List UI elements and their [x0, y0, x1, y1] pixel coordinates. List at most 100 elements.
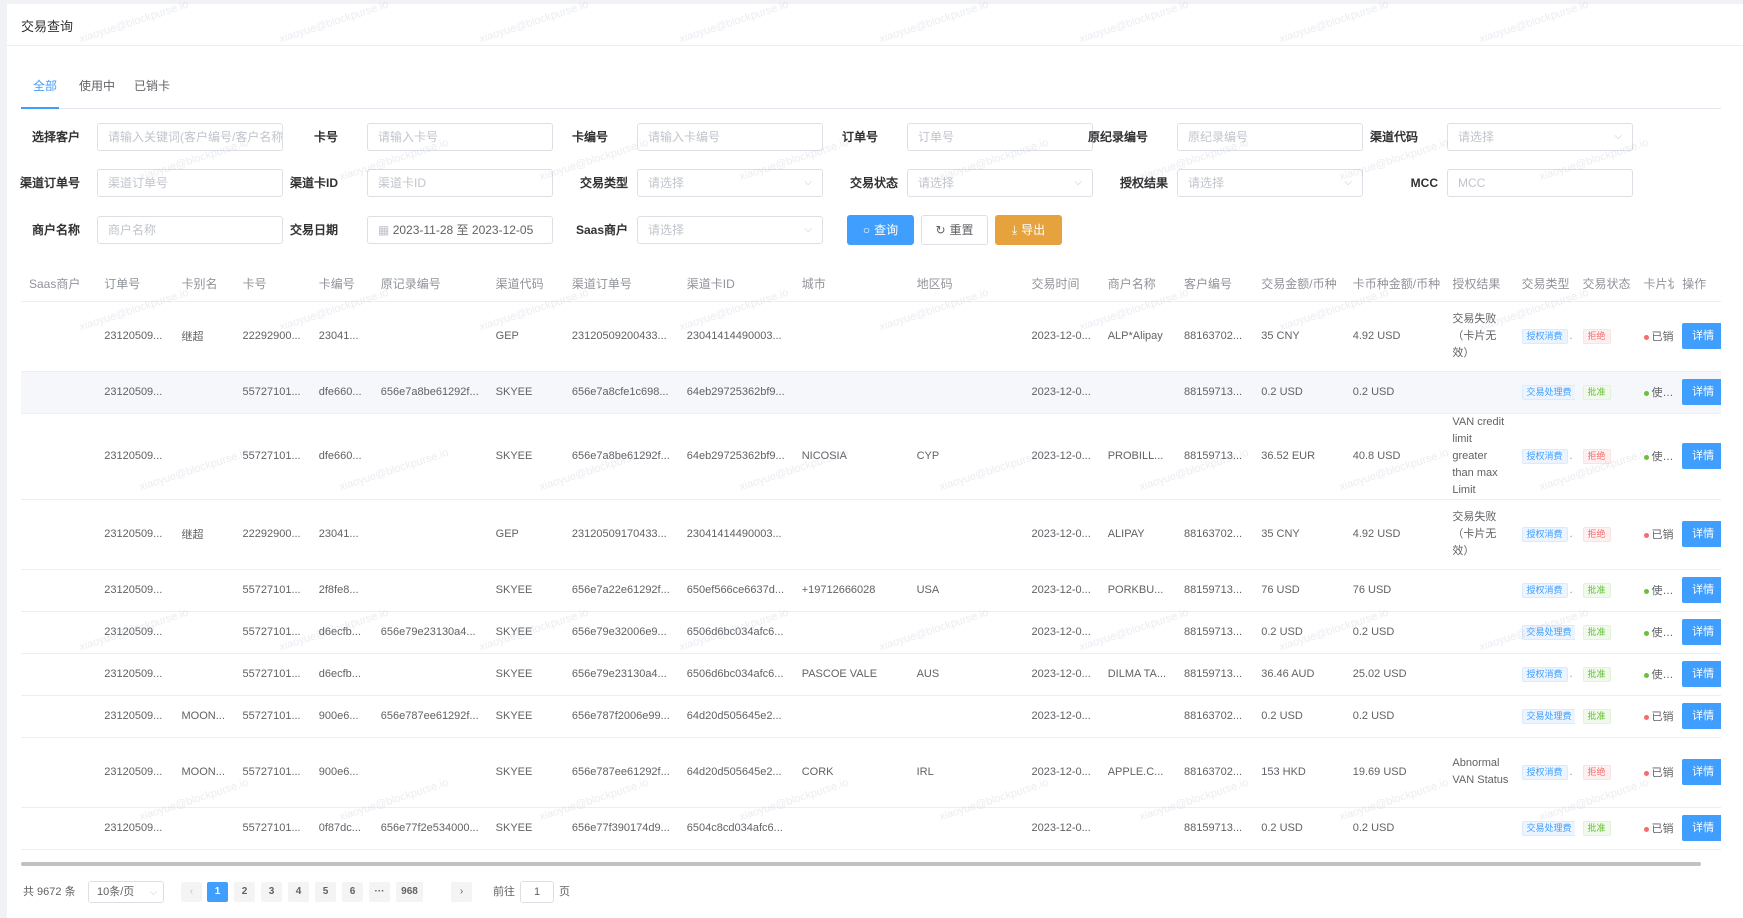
page-button[interactable]: 2	[234, 882, 255, 902]
trade-status-select[interactable]: 请选择 ⌵	[907, 169, 1093, 197]
state-dot-icon	[1643, 672, 1649, 678]
cell-code: d6ecfb...	[310, 611, 373, 654]
calendar-icon: ▦	[378, 223, 390, 237]
type-tag: 交易处理费	[1521, 708, 1575, 724]
cell-saas	[21, 737, 97, 808]
query-button[interactable]: ○ 查询	[847, 215, 914, 245]
detail-button[interactable]: 详情	[1682, 379, 1721, 405]
cell-card: 55727101...	[234, 413, 311, 500]
table-row: 23120509... 55727101... 0f87dc... 656e77f2e…	[21, 807, 1721, 850]
detail-button[interactable]: 详情	[1682, 443, 1721, 469]
status-badge: 批准	[1582, 708, 1611, 724]
trade-type-placeholder: 请选择	[648, 176, 685, 190]
page-button[interactable]: 968	[396, 882, 423, 902]
channel-card-input[interactable]: 渠道卡ID	[367, 169, 553, 197]
horizontal-scrollbar[interactable]	[21, 862, 1701, 866]
tab-all[interactable]: 全部	[33, 64, 57, 108]
merchant-input[interactable]: 商户名称	[97, 216, 283, 244]
cell-card-amount: 19.69 USD	[1344, 737, 1445, 808]
cell-action: 详情	[1674, 413, 1721, 500]
auth-result-select[interactable]: 请选择 ⌵	[1177, 169, 1363, 197]
cell-region	[908, 695, 1024, 738]
page-button[interactable]: 1	[207, 882, 228, 902]
cell-saas	[21, 499, 97, 570]
export-button[interactable]: ⤓ 导出	[995, 215, 1062, 245]
cell-card-amount: 25.02 USD	[1344, 653, 1445, 696]
cell-order: 23120509...	[96, 499, 174, 570]
goto-page-input[interactable]: 1	[520, 881, 554, 903]
card-no-input[interactable]: 请输入卡号	[367, 123, 553, 151]
status-badge: 拒绝	[1582, 764, 1611, 780]
page-button[interactable]: 5	[315, 882, 336, 902]
cell-orig	[372, 499, 488, 570]
page-button[interactable]: 4	[288, 882, 309, 902]
orig-record-input[interactable]: 原纪录编号	[1177, 123, 1363, 151]
main-panel: 交易查询 全部 使用中 已销卡 选择客户 请输入关键词(客户编号/客户名称 卡号…	[7, 0, 1743, 918]
cell-city: +19712666028	[793, 569, 909, 612]
channel-code-select[interactable]: 请选择 ⌵	[1447, 123, 1633, 151]
state-dot-icon	[1643, 454, 1649, 460]
cell-alias: MOON...	[173, 695, 235, 738]
page-size-select[interactable]: 10条/页 ⌵	[88, 881, 164, 903]
col-time: 交易时间	[1023, 267, 1100, 302]
mcc-input[interactable]: MCC	[1447, 169, 1633, 197]
card-code-input[interactable]: 请输入卡编号	[637, 123, 823, 151]
cell-card: 55727101...	[234, 695, 311, 738]
page-button[interactable]: 3	[261, 882, 282, 902]
detail-button[interactable]: 详情	[1682, 323, 1721, 349]
cell-card-state: 使用中	[1635, 653, 1675, 696]
watermark-text: xiaoyue@blockpurse.io	[277, 0, 390, 46]
cell-merchant: ALP*Alipay	[1099, 301, 1176, 372]
tag-separator: .	[1569, 329, 1573, 342]
cell-ch-order: 656e79e23130a4...	[563, 653, 679, 696]
cell-cust: 88163702...	[1175, 695, 1254, 738]
detail-button[interactable]: 详情	[1682, 703, 1721, 729]
mcc-label: MCC	[1410, 176, 1438, 190]
cell-cust: 88163702...	[1175, 499, 1254, 570]
cell-card-amount: 76 USD	[1344, 569, 1445, 612]
cell-card: 55727101...	[234, 569, 311, 612]
page-button[interactable]: ···	[369, 882, 390, 902]
status-badge: 批准	[1582, 624, 1611, 640]
cell-time: 2023-12-0...	[1023, 611, 1100, 654]
detail-button[interactable]: 详情	[1682, 521, 1721, 547]
customer-input[interactable]: 请输入关键词(客户编号/客户名称	[97, 123, 283, 151]
detail-button[interactable]: 详情	[1682, 577, 1721, 603]
cell-type: 交易处理费.	[1513, 611, 1575, 654]
trade-date-range[interactable]: ▦ 2023-11-28 至 2023-12-05	[367, 216, 553, 244]
cell-order: 23120509...	[96, 611, 174, 654]
chevron-down-icon: ⌵	[1344, 177, 1352, 188]
cell-type: 授权消费.	[1513, 301, 1575, 372]
detail-button[interactable]: 详情	[1682, 619, 1721, 645]
tab-in-use[interactable]: 使用中	[79, 64, 115, 108]
detail-button[interactable]: 详情	[1682, 661, 1721, 687]
cell-ch-card: 6506d6bc034afc6...	[678, 653, 794, 696]
cell-status: 批准	[1574, 807, 1636, 850]
cell-status: 批准	[1574, 371, 1636, 414]
status-badge: 拒绝	[1582, 448, 1611, 464]
cell-card: 55727101...	[234, 653, 311, 696]
cell-action: 详情	[1674, 653, 1721, 696]
cell-merchant	[1099, 611, 1176, 654]
channel-order-input[interactable]: 渠道订单号	[97, 169, 283, 197]
prev-page-button[interactable]: ‹	[181, 882, 202, 902]
page-button[interactable]: 6	[342, 882, 363, 902]
detail-button[interactable]: 详情	[1682, 815, 1721, 841]
cell-card: 55727101...	[234, 611, 311, 654]
cell-ch-card: 64d20d505645e2...	[678, 695, 794, 738]
saas-select[interactable]: 请选择 ⌵	[637, 216, 823, 244]
tab-cancelled[interactable]: 已销卡	[134, 64, 170, 108]
cell-merchant: ALIPAY	[1099, 499, 1176, 570]
next-page-button[interactable]: ›	[451, 882, 472, 902]
table-row: 23120509... MOON... 55727101... 900e6... SKY…	[21, 737, 1721, 808]
cell-ch-order: 656e79e32006e9...	[563, 611, 679, 654]
cell-status: 拒绝	[1574, 413, 1636, 500]
trade-type-select[interactable]: 请选择 ⌵	[637, 169, 823, 197]
cell-alias: 继超	[173, 499, 235, 570]
reset-button[interactable]: ↻ 重置	[921, 215, 988, 245]
detail-button[interactable]: 详情	[1682, 759, 1721, 785]
cell-auth	[1444, 371, 1514, 414]
cell-code: 900e6...	[310, 695, 373, 738]
cell-type: 授权消费.	[1513, 653, 1575, 696]
order-no-input[interactable]: 订单号	[907, 123, 1093, 151]
